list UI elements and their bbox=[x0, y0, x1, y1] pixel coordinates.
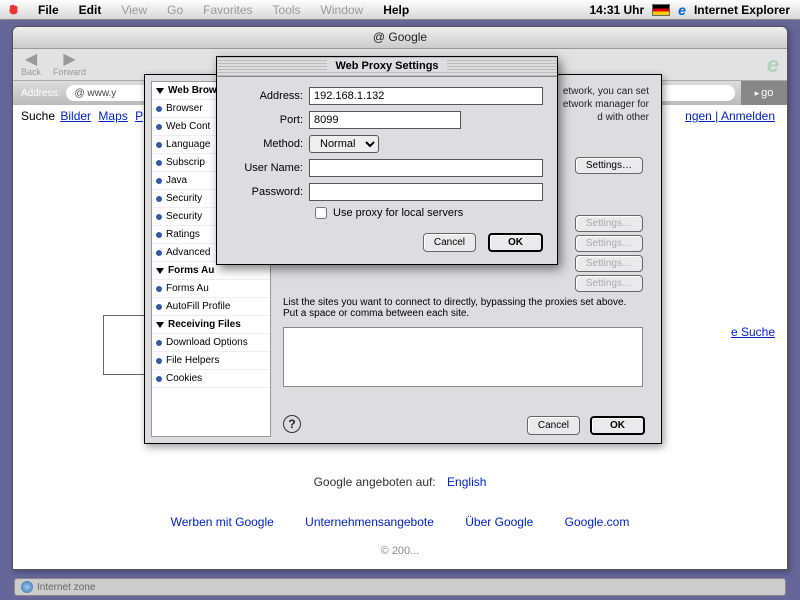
settings-button-5: Settings… bbox=[575, 275, 643, 292]
menu-favorites[interactable]: Favorites bbox=[193, 1, 262, 19]
use-local-label: Use proxy for local servers bbox=[333, 207, 463, 219]
dialog-title[interactable]: Web Proxy Settings bbox=[217, 57, 557, 77]
nav-bilder[interactable]: Bilder bbox=[60, 109, 91, 123]
clock: 14:31 Uhr bbox=[589, 3, 644, 17]
status-bar: Internet zone bbox=[14, 578, 786, 596]
menu-view[interactable]: View bbox=[111, 1, 157, 19]
proxy-dialog: Web Proxy Settings Address: Port: Method… bbox=[216, 56, 558, 265]
use-local-checkbox[interactable] bbox=[315, 207, 327, 219]
settings-button-2: Settings… bbox=[575, 215, 643, 232]
proxy-method-select[interactable]: Normal bbox=[309, 135, 379, 153]
proxy-user-label: User Name: bbox=[231, 162, 309, 174]
proxy-port-label: Port: bbox=[231, 114, 309, 126]
proxy-password-label: Password: bbox=[231, 186, 309, 198]
menubar[interactable]: File Edit View Go Favorites Tools Window… bbox=[0, 0, 800, 20]
prefs-ok-button[interactable]: OK bbox=[590, 416, 645, 435]
menu-edit[interactable]: Edit bbox=[69, 1, 112, 19]
side-link[interactable]: e Suche bbox=[731, 325, 775, 339]
offered-text: Google angeboten auf: English bbox=[13, 475, 787, 489]
ie-throbber-icon: e bbox=[767, 52, 779, 78]
sidebar-item-autofill[interactable]: AutoFill Profile bbox=[152, 298, 270, 316]
proxy-address-label: Address: bbox=[231, 90, 309, 102]
settings-button-4: Settings… bbox=[575, 255, 643, 272]
link-advertise[interactable]: Werben mit Google bbox=[171, 515, 274, 529]
status-text: Internet zone bbox=[37, 582, 95, 593]
copyright: © 200... bbox=[13, 545, 787, 557]
bypass-label: List the sites you want to connect to di… bbox=[283, 297, 643, 319]
sidebar-item-cookies[interactable]: Cookies bbox=[152, 370, 270, 388]
go-button[interactable]: go bbox=[741, 81, 787, 105]
proxy-port-input[interactable] bbox=[309, 111, 461, 129]
back-button[interactable]: ◀Back bbox=[21, 53, 41, 77]
link-business[interactable]: Unternehmensangebote bbox=[305, 515, 434, 529]
menu-help[interactable]: Help bbox=[373, 1, 419, 19]
keyboard-flag-icon[interactable] bbox=[652, 4, 670, 16]
proxy-user-input[interactable] bbox=[309, 159, 543, 177]
menu-file[interactable]: File bbox=[28, 1, 69, 19]
menu-window[interactable]: Window bbox=[311, 1, 374, 19]
forward-button[interactable]: ▶Forward bbox=[53, 53, 86, 77]
sidebar-item-download[interactable]: Download Options bbox=[152, 334, 270, 352]
proxy-ok-button[interactable]: OK bbox=[488, 233, 543, 252]
footer-links: Werben mit Google Unternehmensangebote Ü… bbox=[13, 515, 787, 529]
bypass-textarea[interactable] bbox=[283, 327, 643, 387]
link-google-com[interactable]: Google.com bbox=[565, 515, 630, 529]
proxy-cancel-button[interactable]: Cancel bbox=[423, 233, 476, 252]
nav-maps[interactable]: Maps bbox=[98, 109, 127, 123]
app-name[interactable]: Internet Explorer bbox=[694, 3, 790, 17]
ie-app-icon[interactable]: e bbox=[678, 2, 686, 18]
apple-menu-icon[interactable] bbox=[4, 1, 22, 19]
sidebar-item-forms[interactable]: Forms Au bbox=[152, 280, 270, 298]
menu-go[interactable]: Go bbox=[157, 1, 193, 19]
nav-suche[interactable]: Suche bbox=[21, 109, 55, 123]
window-title[interactable]: @ Google bbox=[13, 27, 787, 49]
lang-english[interactable]: English bbox=[447, 475, 486, 489]
menu-tools[interactable]: Tools bbox=[263, 1, 311, 19]
settings-button-1[interactable]: Settings… bbox=[575, 157, 643, 174]
link-about[interactable]: Über Google bbox=[465, 515, 533, 529]
sidebar-group-files[interactable]: Receiving Files bbox=[152, 316, 270, 334]
nav-more[interactable]: P bbox=[135, 109, 143, 123]
proxy-method-label: Method: bbox=[231, 138, 309, 150]
prefs-cancel-button[interactable]: Cancel bbox=[527, 416, 580, 435]
signin-link[interactable]: ngen | Anmelden bbox=[685, 109, 775, 123]
sidebar-item-filehelpers[interactable]: File Helpers bbox=[152, 352, 270, 370]
proxy-password-input[interactable] bbox=[309, 183, 543, 201]
settings-button-3: Settings… bbox=[575, 235, 643, 252]
address-label: Address: bbox=[21, 88, 60, 99]
zone-icon bbox=[21, 581, 33, 593]
help-icon[interactable]: ? bbox=[283, 415, 301, 433]
proxy-address-input[interactable] bbox=[309, 87, 543, 105]
